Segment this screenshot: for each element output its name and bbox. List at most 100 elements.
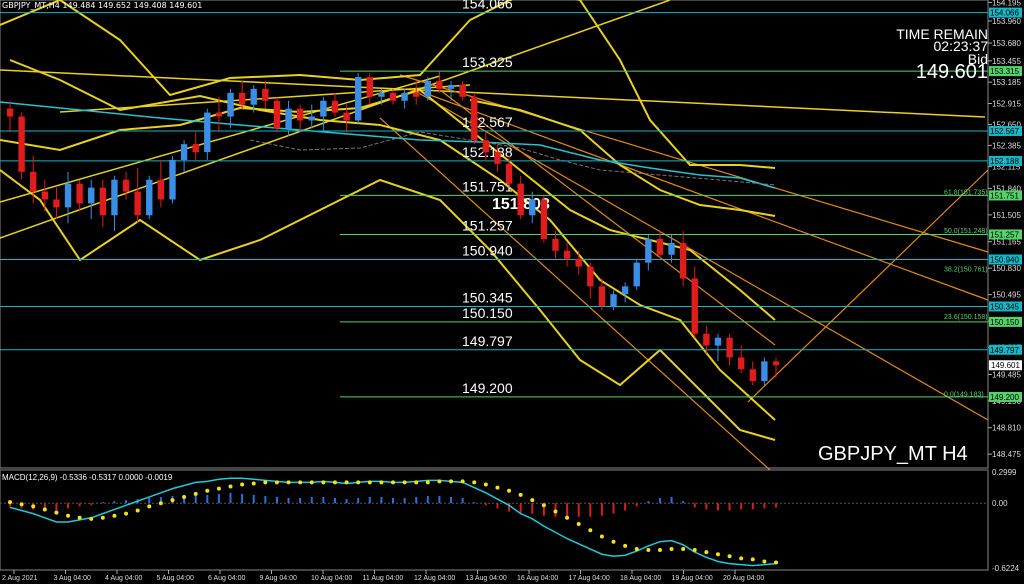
candle-body xyxy=(331,100,339,113)
candle-body xyxy=(668,242,675,255)
candle-body xyxy=(76,183,83,204)
level-tag-text: 150.345 xyxy=(990,302,1019,311)
macd-signal-dot xyxy=(739,556,744,561)
macd-signal-dot xyxy=(588,528,593,533)
macd-signal-dot xyxy=(518,492,523,497)
time-axis-label: 13 Aug 04:00 xyxy=(466,575,507,582)
chart-header: GBPJPY_MT,H4 149.484 149.652 149.408 149… xyxy=(2,1,203,10)
candle-body xyxy=(575,258,582,267)
level-tag-text: 152.188 xyxy=(990,157,1019,166)
macd-signal-dot xyxy=(704,550,709,555)
time-axis-label: 18 Aug 04:00 xyxy=(620,575,661,582)
time-axis-label: 12 Aug 04:00 xyxy=(414,575,455,582)
candle-body xyxy=(749,369,756,382)
macd-signal-dot xyxy=(599,534,604,539)
fib-label: 23.6(150.158) xyxy=(944,314,988,321)
macd-signal-dot xyxy=(89,516,94,521)
time-axis-label: 19 Aug 04:00 xyxy=(672,575,713,582)
candle-body xyxy=(691,278,698,334)
macd-signal-dot xyxy=(240,482,245,487)
level-label: 150.150 xyxy=(462,305,513,321)
macd-signal-dot xyxy=(147,504,152,509)
channel-line xyxy=(747,169,989,403)
candle-body xyxy=(238,92,246,105)
macd-signal-dot xyxy=(634,547,639,552)
macd-signal-dot xyxy=(31,504,36,509)
macd-signal-dot xyxy=(286,480,291,485)
candle-body xyxy=(215,112,223,117)
level-tag-text: 154.066 xyxy=(990,9,1019,18)
macd-signal-dot xyxy=(112,513,117,518)
candle-body xyxy=(99,187,107,216)
macd-signal-dot xyxy=(100,515,105,520)
macd-signal-dot xyxy=(66,513,71,518)
price-chart[interactable]: 154.195 153.960 153.680 153.455 153.185 152.9… xyxy=(0,0,1024,584)
fib-label: 0.0(149.183) xyxy=(944,391,984,398)
macd-signal-dot xyxy=(321,480,326,485)
macd-signal-dot xyxy=(507,488,512,493)
price-axis-label: 154.195 xyxy=(992,0,1021,7)
macd-signal-dot xyxy=(274,480,279,485)
time-axis-label: 17 Aug 04:00 xyxy=(569,575,610,582)
macd-signal-dot xyxy=(472,480,477,485)
candle-body xyxy=(308,116,315,121)
macd-signal-dot xyxy=(437,479,442,484)
macd-signal-dot xyxy=(309,480,314,485)
candle-body xyxy=(413,92,420,97)
time-axis-label: 4 Aug 04:00 xyxy=(105,575,142,582)
level-label: 149.200 xyxy=(462,380,513,396)
fib-label: 61.8(151.735) xyxy=(944,190,988,197)
macd-signal-dot xyxy=(541,503,546,508)
candle-body xyxy=(726,337,733,358)
macd-signal-dot xyxy=(344,480,349,485)
candle-body xyxy=(122,179,130,192)
macd-axis-label: -0.6224 xyxy=(992,564,1020,573)
macd-signal-dot xyxy=(379,480,384,485)
price-axis-label: 150.495 xyxy=(992,291,1021,300)
macd-signal-dot xyxy=(332,480,337,485)
fib-label: 38.2(150.761) xyxy=(944,267,988,274)
symbol-timeframe-label: GBPJPY_MT H4 xyxy=(818,443,968,465)
macd-signal-dot xyxy=(8,500,12,505)
candle-body xyxy=(505,163,513,184)
candle-body xyxy=(30,171,37,192)
macd-signal-dot xyxy=(298,480,303,485)
macd-signal-dot xyxy=(356,480,361,485)
trendline xyxy=(0,69,986,118)
candle-body xyxy=(401,92,408,101)
candle-body xyxy=(587,266,594,287)
candle-body xyxy=(146,179,153,216)
price-axis-label: 153.960 xyxy=(992,17,1021,26)
time-axis-label: 3 Aug 04:00 xyxy=(54,575,91,582)
price-axis-label: 149.485 xyxy=(992,370,1021,379)
price-axis-label: 153.680 xyxy=(992,39,1021,48)
macd-signal-dot xyxy=(251,481,256,486)
candle-body xyxy=(633,262,640,287)
candle-body xyxy=(772,361,780,366)
level-label: 149.797 xyxy=(462,333,513,349)
level-tag-text: 151.751 xyxy=(990,191,1019,200)
level-label: 152.567 xyxy=(462,114,513,130)
price-axis-label: 151.505 xyxy=(992,211,1021,220)
macd-signal-dot xyxy=(77,515,82,520)
level-label: 154.066 xyxy=(462,0,513,12)
bid-value: 149.601 xyxy=(915,61,988,83)
macd-signal-dot xyxy=(611,539,616,544)
macd-signal-dot xyxy=(205,488,210,493)
candle-body xyxy=(424,80,432,97)
macd-signal-dot xyxy=(135,508,140,513)
candle-body xyxy=(378,92,385,97)
macd-signal-dot xyxy=(19,502,24,507)
candle-body xyxy=(18,116,25,172)
macd-signal-dot xyxy=(762,559,767,564)
candle-body xyxy=(134,191,141,216)
macd-signal-dot xyxy=(54,510,59,515)
candle-body xyxy=(273,100,281,129)
macd-signal-dot xyxy=(449,479,454,484)
macd-signal-dot xyxy=(565,515,570,520)
candle-body xyxy=(610,294,617,307)
last-price-text: 149.601 xyxy=(991,361,1020,370)
macd-signal-dot xyxy=(228,484,233,489)
macd-signal-dot xyxy=(750,557,755,562)
candle-body xyxy=(494,152,501,164)
